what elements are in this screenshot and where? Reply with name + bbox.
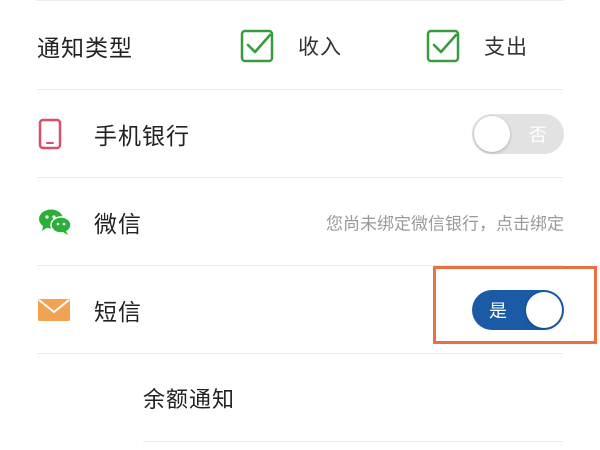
toggle-state-text: 否 [529, 125, 547, 146]
expense-checkbox-option[interactable]: 支出 [426, 29, 528, 63]
wechat-label: 微信 [94, 212, 142, 238]
wechat-icon [39, 209, 72, 235]
checkbox-checked-icon[interactable] [426, 29, 460, 63]
sms-label: 短信 [94, 300, 142, 326]
toggle-state-text: 是 [489, 301, 507, 322]
wechat-row: 微信 您尚未绑定微信银行，点击绑定 [0, 178, 600, 266]
balance-notice-label: 余额通知 [143, 388, 236, 413]
sms-row: 短信 是 [0, 266, 600, 354]
income-option-label: 收入 [298, 35, 342, 59]
divider [143, 441, 564, 442]
notify-type-row: 通知类型 收入 支出 [0, 2, 600, 90]
expense-option-label: 支出 [484, 35, 528, 59]
toggle-knob [474, 116, 510, 152]
divider [36, 0, 564, 1]
mobile-banking-toggle[interactable]: 否 [472, 114, 564, 154]
phone-icon [38, 118, 62, 150]
envelope-icon [38, 299, 70, 321]
sms-toggle[interactable]: 是 [472, 290, 564, 330]
balance-notice-row[interactable]: 余额通知 [0, 354, 600, 442]
notify-type-label: 通知类型 [37, 36, 133, 62]
toggle-knob [526, 292, 562, 328]
checkbox-checked-icon[interactable] [240, 29, 274, 63]
mobile-banking-row: 手机银行 否 [0, 90, 600, 178]
mobile-banking-label: 手机银行 [94, 124, 190, 150]
notification-settings-page: 通知类型 收入 支出 手机银行 否 微信 您尚未绑定微信银行，点击绑定 短信 是… [0, 0, 600, 450]
income-checkbox-option[interactable]: 收入 [240, 29, 342, 63]
wechat-bind-link[interactable]: 您尚未绑定微信银行，点击绑定 [326, 210, 564, 235]
